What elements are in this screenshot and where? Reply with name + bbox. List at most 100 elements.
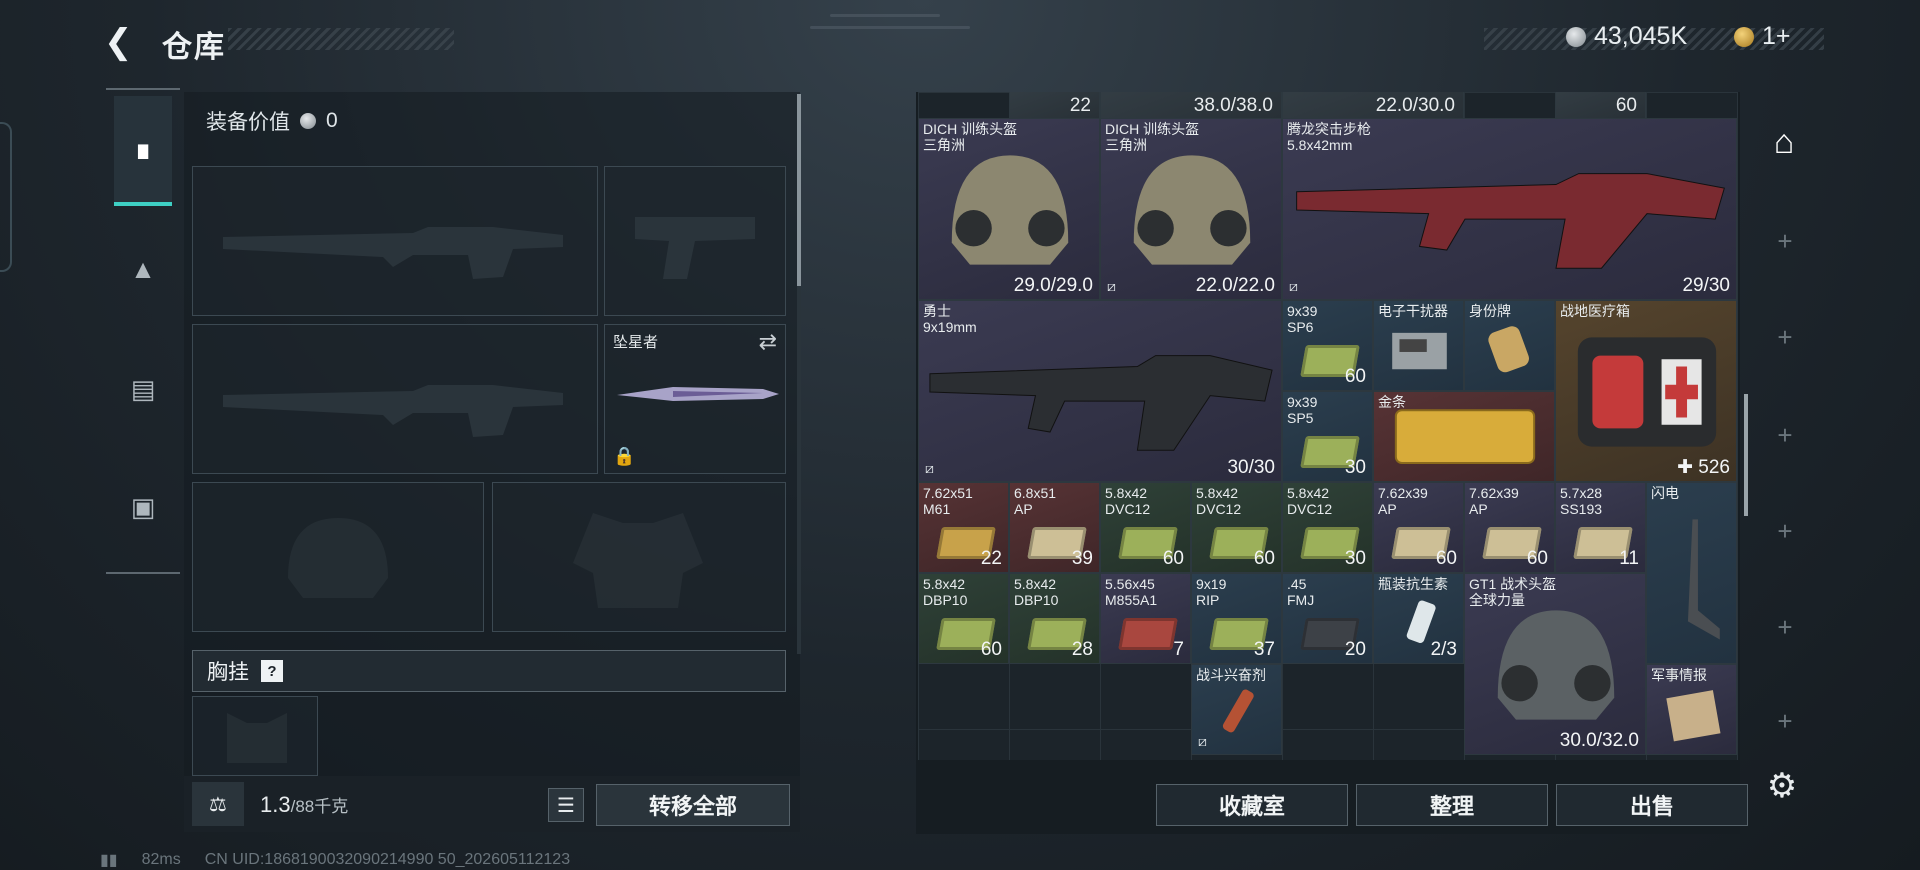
transfer-all-button[interactable]: 转移全部: [596, 784, 790, 826]
weight-icon: ⚖: [192, 782, 244, 826]
swap-icon[interactable]: ⇄: [759, 329, 777, 355]
stash-item[interactable]: 闪电: [1646, 482, 1737, 664]
stash-item[interactable]: 7.62x51 M61 22: [918, 482, 1009, 573]
collection-button[interactable]: 收藏室: [1156, 784, 1348, 826]
stash-item[interactable]: 5.56x45 M855A1 7: [1100, 573, 1191, 664]
stash-item-quantity: 60: [1344, 366, 1366, 387]
help-icon[interactable]: ?: [261, 660, 283, 682]
stash-top-row-cell[interactable]: 22: [1009, 92, 1100, 120]
stash-item[interactable]: 7.62x39 AP 60: [1373, 482, 1464, 573]
stash-item[interactable]: 9x39 SP6 60: [1282, 300, 1373, 391]
settings-gear-icon[interactable]: ⚙: [1762, 766, 1802, 806]
stash-top-row-cell[interactable]: 22.0/30.0: [1282, 92, 1464, 120]
battery-icon: ▮▮: [100, 852, 118, 869]
pistol-slot[interactable]: [604, 166, 786, 316]
stash-item-name: DICH 训练头盔 三角洲: [1105, 121, 1200, 153]
stash-item[interactable]: 电子干扰器: [1373, 300, 1464, 391]
stash-item-name: 7.62x39 AP: [1378, 485, 1428, 517]
pistol-silhouette-icon: [635, 217, 755, 279]
stash-top-row-cell[interactable]: 60: [1555, 92, 1646, 120]
coin-icon: [300, 113, 316, 129]
chest-rig-silhouette-icon: [227, 713, 287, 763]
stash-item[interactable]: 5.8x42 DVC12 60: [1191, 482, 1282, 573]
stash-item-name: 9x19 RIP: [1196, 576, 1227, 608]
backpack-icon[interactable]: ▲: [114, 214, 172, 324]
status-bar: ▮▮ 82ms CN UID:1868190032090214990 50_20…: [100, 850, 570, 870]
add-tab-icon[interactable]: +: [1770, 322, 1800, 352]
sort-button[interactable]: 整理: [1356, 784, 1548, 826]
stash-item-name: GT1 战术头盔 全球力量: [1469, 576, 1557, 608]
stash-item-quantity: 20: [1344, 639, 1366, 660]
home-base-icon[interactable]: ⌂: [1760, 118, 1808, 166]
stash-item-quantity: 39: [1071, 548, 1093, 569]
stash-item[interactable]: .45 FMJ 20: [1282, 573, 1373, 664]
stash-item[interactable]: 金条: [1373, 391, 1555, 482]
stash-item[interactable]: 身份牌: [1464, 300, 1555, 391]
armor-icon[interactable]: ▤: [114, 334, 172, 444]
stash-item[interactable]: 5.8x42 DVC12 60: [1100, 482, 1191, 573]
helmet-slot[interactable]: [192, 482, 484, 632]
knife-image: [617, 387, 779, 401]
stash-item[interactable]: 7.62x39 AP 60: [1464, 482, 1555, 573]
stash-item[interactable]: 5.7x28 SS193 11: [1555, 482, 1646, 573]
currency-gold[interactable]: 1+: [1734, 22, 1791, 51]
weight-value: 1.3: [260, 792, 291, 817]
stash-item[interactable]: 瓶装抗生素 2/3: [1373, 573, 1464, 664]
stash-item[interactable]: 9x19 RIP 37: [1191, 573, 1282, 664]
add-tab-icon[interactable]: +: [1770, 706, 1800, 736]
stash-scrollbar[interactable]: [1744, 394, 1748, 516]
stash-item-quantity: 60: [1435, 548, 1457, 569]
stash-item[interactable]: 5.8x42 DBP10 28: [1009, 573, 1100, 664]
top-bar: ❮ 仓库 43,045K 1+: [0, 0, 1920, 80]
sell-button[interactable]: 出售: [1556, 784, 1748, 826]
stash-item[interactable]: GT1 战术头盔 全球力量 30.0/32.0: [1464, 573, 1646, 755]
stash-item[interactable]: 9x39 SP5 30: [1282, 391, 1373, 482]
weapon-icon[interactable]: ∎: [114, 96, 172, 206]
stash-item[interactable]: 腾龙突击步枪 5.8x42mm 29/30 ⧄: [1282, 118, 1737, 300]
equipment-scroll-thumb[interactable]: [797, 94, 801, 286]
stash-item[interactable]: DICH 训练头盔 三角洲 22.0/22.0 ⧄: [1100, 118, 1282, 300]
flash-weapon-part-image: [1687, 519, 1720, 640]
case-icon[interactable]: ▣: [114, 452, 172, 562]
title-decoration: [228, 28, 454, 50]
stash-top-row-value: 22: [1069, 95, 1091, 116]
lock-icon: 🔒: [613, 446, 636, 466]
stash-item[interactable]: 战斗兴奋剂 ⧄: [1191, 664, 1282, 755]
stash-item-quantity: 60: [980, 639, 1002, 660]
stash-item-quantity: 37: [1253, 639, 1275, 660]
armor-slot[interactable]: [492, 482, 786, 632]
add-tab-icon[interactable]: +: [1770, 226, 1800, 256]
stash-item-name: 5.8x42 DBP10: [923, 576, 968, 608]
stash-item-quantity: 22.0/22.0: [1195, 275, 1275, 296]
vest-silhouette-icon: [573, 513, 703, 608]
stash-item-name: 5.8x42 DVC12: [1196, 485, 1242, 517]
stash-item[interactable]: 5.8x42 DBP10 60: [918, 573, 1009, 664]
chest-rig-slot[interactable]: [192, 696, 318, 776]
stash-item-name: 6.8x51 AP: [1014, 485, 1057, 517]
melee-slot[interactable]: 坠星者 ⇄ 🔒: [604, 324, 786, 474]
stash-item[interactable]: 战地医疗箱 ✚ 526: [1555, 300, 1737, 482]
stash-item[interactable]: 军事情报: [1646, 664, 1737, 755]
stash-top-row-value: 60: [1615, 95, 1637, 116]
stash-item-name: 7.62x51 M61: [923, 485, 973, 517]
stash-item[interactable]: 勇士 9x19mm 30/30 ⧄: [918, 300, 1282, 482]
add-tab-icon[interactable]: +: [1770, 516, 1800, 546]
list-view-button[interactable]: ☰: [548, 788, 584, 822]
stash-grid[interactable]: 22 38.0/38.0 22.0/30.0 60 DICH 训练头盔 三角洲 29.0/…: [918, 92, 1738, 760]
back-arrow-icon[interactable]: ❮: [104, 24, 144, 60]
stash-item-quantity: 30: [1344, 457, 1366, 478]
currency-main-value: 43,045K: [1594, 22, 1688, 50]
stash-top-row-cell[interactable]: 38.0/38.0: [1100, 92, 1282, 120]
stash-item[interactable]: 6.8x51 AP 39: [1009, 482, 1100, 573]
secondary-weapon-slot[interactable]: [192, 324, 598, 474]
page-title: 仓库: [162, 31, 226, 64]
no-insurance-icon: ⧄: [925, 460, 934, 476]
add-tab-icon[interactable]: +: [1770, 612, 1800, 642]
add-tab-icon[interactable]: +: [1770, 420, 1800, 450]
stash-item-quantity: ✚ 526: [1677, 457, 1730, 478]
primary-weapon-slot[interactable]: [192, 166, 598, 316]
stash-item-name: 9x39 SP6: [1287, 303, 1318, 335]
stash-item[interactable]: DICH 训练头盔 三角洲 29.0/29.0: [918, 118, 1100, 300]
stash-item[interactable]: 5.8x42 DVC12 30: [1282, 482, 1373, 573]
rifle-silhouette-icon: [223, 227, 563, 279]
